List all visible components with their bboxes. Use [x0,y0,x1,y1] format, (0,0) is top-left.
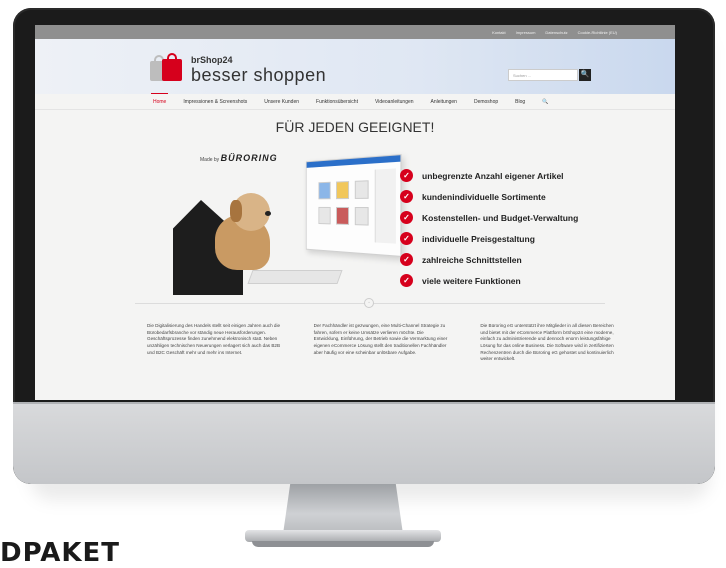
topbar-link-cookie[interactable]: Cookie-Richtlinie (EU) [578,30,617,35]
site-header: brShop24 besser shoppen Suchen ... 🔍 [35,39,675,94]
feature-item: ✓ Kostenstellen- und Budget-Verwaltung [400,207,578,228]
made-by-badge: Made by BÜRORING [200,153,278,163]
monitor-stand [283,484,403,534]
brand-slogan: besser shoppen [191,65,327,85]
feature-item: ✓ unbegrenzte Anzahl eigener Artikel [400,165,578,186]
topbar-link-impressum[interactable]: Impressum [516,30,536,35]
check-icon: ✓ [400,211,413,224]
nav-search-icon[interactable]: 🔍 [542,99,548,105]
topbar-link-datenschutz[interactable]: Datenschutz [545,30,567,35]
monitor-stand-foot [252,541,434,547]
topbar: Kontakt Impressum Datenschutz Cookie-Ric… [35,25,675,39]
nav-item-kunden[interactable]: Unsere Kunden [264,99,299,105]
feature-list: ✓ unbegrenzte Anzahl eigener Artikel ✓ k… [400,165,578,291]
nav-item-home[interactable]: Home [150,92,169,105]
check-icon: ✓ [400,253,413,266]
nav-item-anleitungen[interactable]: Anleitungen [431,99,457,105]
feature-label: zahlreiche Schnittstellen [422,254,522,265]
check-icon: ✓ [400,169,413,182]
nav-item-funktionen[interactable]: Funktionsübersicht [316,99,358,105]
feature-label: Kostenstellen- und Budget-Verwaltung [422,212,579,223]
feature-item: ✓ kundenindividuelle Sortimente [400,186,578,207]
feature-label: kundenindividuelle Sortimente [422,191,546,202]
search-input[interactable]: Suchen ... [508,69,578,81]
shopping-bags-logo-icon[interactable] [150,53,188,85]
feature-item: ✓ zahlreiche Schnittstellen [400,249,578,270]
check-icon: ✓ [400,190,413,203]
chin-edge [13,402,715,404]
buroring-logo: BÜRORING [220,153,278,163]
website-screen: Kontakt Impressum Datenschutz Cookie-Ric… [35,25,675,400]
nav-item-blog[interactable]: Blog [515,99,525,105]
text-columns: Die Digitalisierung des Handels stellt s… [147,323,617,363]
text-column-2: Der Fachhändler ist gezwungen, eine Mult… [313,323,448,355]
page-title: FÜR JEDEN GEEIGNET! [275,119,435,135]
nav-item-videoanleitungen[interactable]: Videoanleitungen [375,99,414,105]
text-column-1: Die Digitalisierung des Handels stellt s… [147,323,281,355]
nav-item-impressionen[interactable]: Impressionen & Screenshots [183,99,247,105]
feature-label: viele weitere Funktionen [422,275,521,286]
nav-item-demoshop[interactable]: Demoshop [474,99,498,105]
made-by-prefix: Made by [200,157,220,163]
laptop-screenshot-image [305,154,402,257]
divider-chevron-icon: ◦ [364,298,374,308]
main-navigation: Home Impressionen & Screenshots Unsere K… [35,92,675,110]
text-column-3: Die Büroring eG unterstützt ihre Mitglie… [480,323,614,362]
dog-image [210,185,280,280]
check-icon: ✓ [400,232,413,245]
check-icon: ✓ [400,274,413,287]
brand-name[interactable]: brShop24 [191,55,233,65]
cropped-wordmark: DPAKET [0,538,121,568]
stage: Kontakt Impressum Datenschutz Cookie-Ric… [0,0,726,568]
search-button[interactable]: 🔍 [579,69,591,81]
feature-label: individuelle Preisgestaltung [422,233,535,244]
monitor-chin [13,402,715,484]
feature-item: ✓ individuelle Preisgestaltung [400,228,578,249]
feature-label: unbegrenzte Anzahl eigener Artikel [422,170,564,181]
topbar-link-kontakt[interactable]: Kontakt [492,30,506,35]
feature-item: ✓ viele weitere Funktionen [400,270,578,291]
